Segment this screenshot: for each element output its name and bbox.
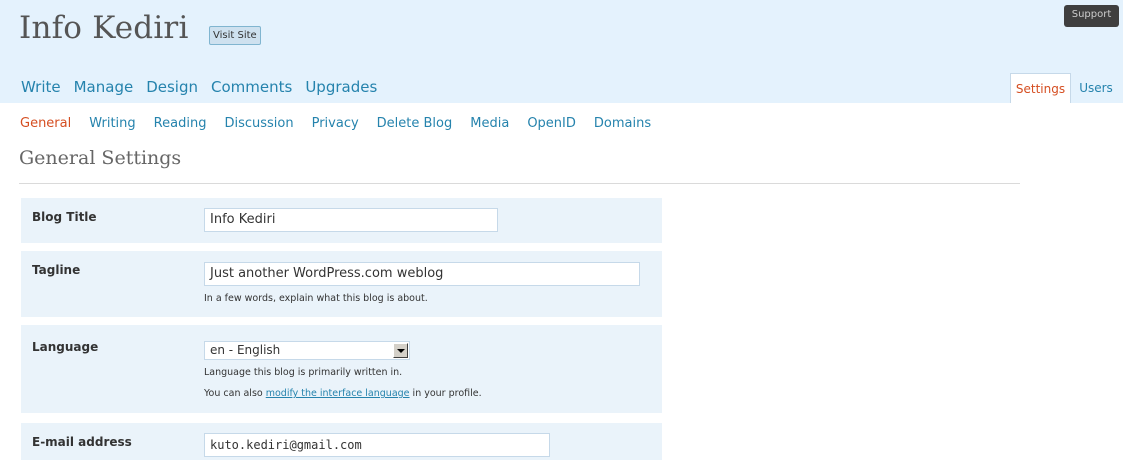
blog-title-input[interactable]: Info Kediri (204, 208, 498, 232)
subnav-general[interactable]: General (20, 116, 71, 131)
nav-comments[interactable]: Comments (211, 78, 292, 96)
nav-write[interactable]: Write (21, 78, 61, 96)
title-divider (19, 183, 1020, 184)
tab-settings[interactable]: Settings (1010, 73, 1071, 103)
email-input[interactable]: kuto.kediri@gmail.com (204, 433, 550, 457)
support-button[interactable]: Support (1064, 5, 1119, 27)
language-select[interactable]: en - English (204, 341, 410, 360)
language-hint-suffix: in your profile. (409, 388, 482, 399)
subnav-reading[interactable]: Reading (154, 116, 207, 131)
sub-nav: General Writing Reading Discussion Priva… (20, 116, 651, 131)
blog-title-row: Blog Title Info Kediri (21, 198, 662, 243)
blog-title: Info Kediri (19, 10, 189, 46)
tagline-label: Tagline (32, 263, 81, 277)
tagline-row: Tagline Just another WordPress.com weblo… (21, 251, 662, 317)
subnav-privacy[interactable]: Privacy (312, 116, 359, 131)
header: Info Kediri Visit Site Support Write Man… (0, 0, 1123, 103)
modify-interface-language-link[interactable]: modify the interface language (266, 388, 410, 399)
language-selected-value: en - English (210, 343, 281, 357)
subnav-discussion[interactable]: Discussion (224, 116, 293, 131)
nav-upgrades[interactable]: Upgrades (305, 78, 377, 96)
main-nav: Write Manage Design Comments Upgrades (21, 78, 377, 96)
tab-users[interactable]: Users (1073, 73, 1119, 103)
visit-site-button[interactable]: Visit Site (209, 26, 261, 45)
subnav-media[interactable]: Media (470, 116, 509, 131)
nav-design[interactable]: Design (146, 78, 198, 96)
page-title: General Settings (19, 147, 182, 169)
subnav-domains[interactable]: Domains (594, 116, 651, 131)
language-hint: Language this blog is primarily written … (204, 367, 403, 378)
blog-title-label: Blog Title (32, 210, 97, 224)
chevron-down-icon[interactable] (393, 343, 408, 358)
language-row: Language en - English Language this blog… (21, 325, 662, 413)
tagline-hint: In a few words, explain what this blog i… (204, 293, 428, 304)
email-label: E-mail address (32, 435, 132, 449)
tagline-input[interactable]: Just another WordPress.com weblog (204, 262, 640, 286)
language-hint-profile: You can also modify the interface langua… (204, 388, 482, 399)
subnav-writing[interactable]: Writing (89, 116, 135, 131)
subnav-openid[interactable]: OpenID (527, 116, 576, 131)
language-hint-prefix: You can also (204, 388, 266, 399)
subnav-delete-blog[interactable]: Delete Blog (377, 116, 453, 131)
email-row: E-mail address kuto.kediri@gmail.com (21, 423, 662, 460)
nav-manage[interactable]: Manage (74, 78, 134, 96)
language-label: Language (32, 340, 99, 354)
